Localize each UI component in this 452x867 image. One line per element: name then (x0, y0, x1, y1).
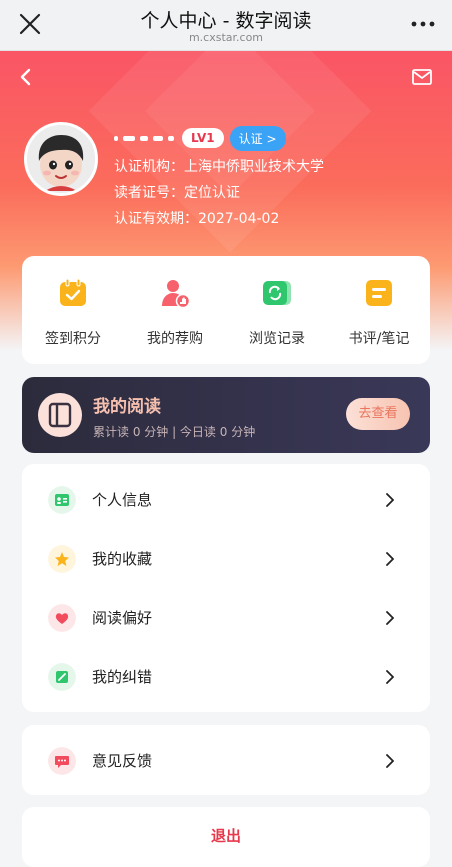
note-icon (366, 280, 392, 306)
quick-action-label: 我的荐购 (147, 331, 203, 347)
menu-card: 个人信息 我的收藏 阅读偏好 我的纠错 (22, 464, 430, 712)
back-icon[interactable] (16, 67, 36, 87)
chevron-right-icon (386, 552, 394, 566)
quick-action-recommend[interactable]: 我的荐购 (124, 256, 226, 364)
refresh-history-icon (263, 281, 291, 305)
view-reading-button[interactable]: 去查看 (346, 398, 410, 430)
level-badge: LV1 (182, 128, 224, 148)
book-icon-wrap (38, 393, 82, 437)
quick-action-label: 浏览记录 (249, 331, 305, 347)
user-info: LV1 认证 > 认证机构：上海中侨职业技术大学 读者证号：定位认证 认证有效期… (114, 125, 324, 229)
reading-title: 我的阅读 (93, 397, 161, 417)
calendar-check-icon (60, 278, 86, 306)
quick-action-label: 书评/笔记 (348, 331, 410, 347)
reader-id-text: 读者证号：定位认证 (114, 185, 240, 201)
more-icon[interactable] (410, 14, 436, 34)
feedback-card: 意见反馈 (22, 725, 430, 795)
browser-top-bar: 个人中心 - 数字阅读 m.cxstar.com (0, 0, 452, 51)
menu-item-label: 我的纠错 (92, 668, 153, 686)
menu-item-reading-preference[interactable]: 阅读偏好 (22, 588, 430, 647)
institution-text: 认证机构：上海中侨职业技术大学 (114, 159, 324, 175)
menu-item-personal-info[interactable]: 个人信息 (22, 470, 430, 529)
quick-action-label: 签到积分 (45, 331, 101, 347)
chevron-right-icon (386, 611, 394, 625)
id-card-icon (48, 486, 76, 514)
masked-username (114, 135, 174, 141)
menu-item-label: 意见反馈 (92, 752, 153, 770)
menu-item-feedback[interactable]: 意见反馈 (22, 731, 430, 790)
page-title: 个人中心 - 数字阅读 (140, 10, 312, 32)
expiry-text: 认证有效期：2027-04-02 (114, 211, 280, 227)
mail-icon[interactable] (412, 69, 432, 85)
my-reading-card[interactable]: 我的阅读 累计读 0 分钟 | 今日读 0 分钟 去查看 (22, 377, 430, 453)
menu-item-label: 阅读偏好 (92, 609, 153, 627)
quick-actions-card: 签到积分 我的荐购 浏览记录 书评/笔记 (22, 256, 430, 364)
chevron-right-icon (386, 754, 394, 768)
menu-item-label: 我的收藏 (92, 550, 153, 568)
avatar[interactable] (24, 122, 98, 196)
chevron-right-icon (386, 493, 394, 507)
star-icon (48, 545, 76, 573)
verify-button[interactable]: 认证 > (229, 125, 286, 151)
quick-action-checkin[interactable]: 签到积分 (22, 256, 124, 364)
quick-action-history[interactable]: 浏览记录 (226, 256, 328, 364)
quick-action-notes[interactable]: 书评/笔记 (328, 256, 430, 364)
book-icon (48, 402, 72, 428)
reading-summary: 累计读 0 分钟 | 今日读 0 分钟 (93, 425, 256, 439)
page-url: m.cxstar.com (188, 31, 264, 44)
chevron-right-icon (386, 670, 394, 684)
edit-icon (48, 663, 76, 691)
menu-item-label: 个人信息 (92, 491, 153, 509)
recommend-user-icon (162, 280, 191, 309)
message-icon (48, 747, 76, 775)
heart-icon (48, 604, 76, 632)
menu-item-favorites[interactable]: 我的收藏 (22, 529, 430, 588)
menu-item-corrections[interactable]: 我的纠错 (22, 647, 430, 706)
logout-button[interactable]: 退出 (22, 807, 430, 867)
avatar-image (27, 125, 95, 193)
